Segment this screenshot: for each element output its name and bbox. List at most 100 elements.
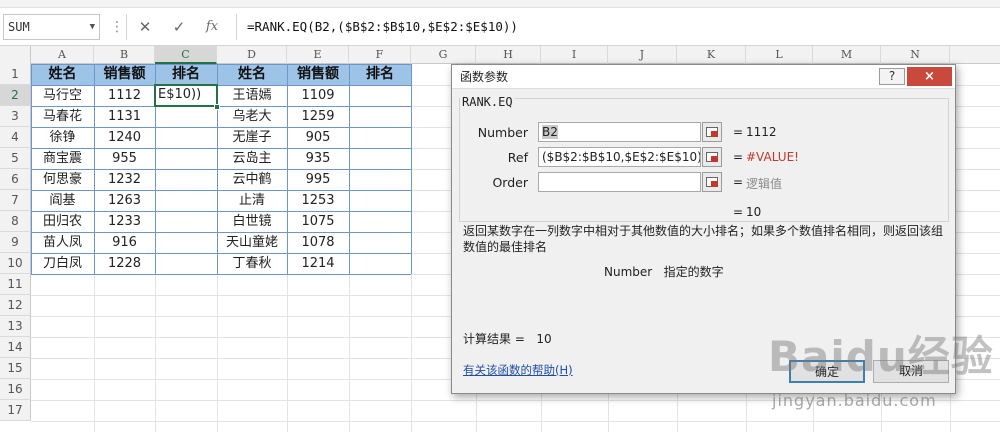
column-header[interactable]: J — [608, 46, 677, 64]
column-header[interactable]: N — [881, 46, 950, 64]
table-cell[interactable]: 955 — [94, 148, 155, 169]
help-link[interactable]: 有关该函数的帮助(H) — [463, 362, 573, 378]
row-header[interactable]: 1 — [0, 64, 31, 85]
table-header-cell[interactable]: 姓名 — [217, 64, 287, 85]
column-header[interactable]: L — [746, 46, 813, 64]
table-cell[interactable]: 1112 — [94, 85, 155, 106]
close-icon[interactable]: × — [907, 67, 952, 86]
table-cell[interactable]: 乌老大 — [217, 106, 287, 127]
table-cell[interactable]: 田归农 — [31, 211, 94, 232]
table-cell[interactable]: 1232 — [94, 169, 155, 190]
row-header[interactable]: 16 — [0, 379, 31, 400]
column-header[interactable]: G — [411, 46, 476, 64]
table-cell[interactable]: 云岛主 — [217, 148, 287, 169]
row-header[interactable]: 4 — [0, 127, 31, 148]
table-cell[interactable]: 阎基 — [31, 190, 94, 211]
fx-icon[interactable]: fx — [201, 16, 223, 38]
table-cell[interactable]: 王语嫣 — [217, 85, 287, 106]
row-header[interactable]: 17 — [0, 400, 31, 421]
row-header[interactable]: 10 — [0, 253, 31, 274]
table-border — [31, 127, 411, 128]
column-header[interactable]: I — [541, 46, 608, 64]
table-cell[interactable]: 1263 — [94, 190, 155, 211]
range-select-icon[interactable] — [702, 172, 722, 192]
row-header[interactable]: 3 — [0, 106, 31, 127]
column-header[interactable]: K — [677, 46, 746, 64]
table-cell[interactable]: 905 — [287, 127, 349, 148]
row-header[interactable]: 13 — [0, 316, 31, 337]
column-headers: ABCDEFGHIJKLMN — [0, 46, 1000, 64]
check-icon[interactable]: ✓ — [168, 16, 190, 38]
table-cell[interactable]: 云中鹤 — [217, 169, 287, 190]
table-border — [31, 232, 411, 233]
table-cell[interactable]: 刀白凤 — [31, 253, 94, 274]
select-all-corner[interactable] — [0, 46, 31, 64]
column-header[interactable]: C — [155, 46, 217, 64]
table-cell[interactable]: 1075 — [287, 211, 349, 232]
table-header-cell[interactable]: 销售额 — [287, 64, 349, 85]
formula-bar-divider — [126, 14, 127, 40]
parameter-name: Number — [604, 265, 653, 279]
table-header-cell[interactable]: 排名 — [155, 64, 217, 85]
range-select-icon[interactable] — [702, 122, 722, 142]
order-input[interactable] — [538, 172, 701, 192]
row-header[interactable]: 7 — [0, 190, 31, 211]
help-icon[interactable]: ? — [879, 68, 905, 85]
row-header[interactable]: 5 — [0, 148, 31, 169]
table-cell[interactable]: 白世镜 — [217, 211, 287, 232]
table-header-cell[interactable]: 排名 — [349, 64, 411, 85]
table-cell[interactable]: 马春花 — [31, 106, 94, 127]
table-cell[interactable]: 徐铮 — [31, 127, 94, 148]
table-cell[interactable]: 1259 — [287, 106, 349, 127]
table-cell[interactable]: 止清 — [217, 190, 287, 211]
table-cell[interactable]: 苗人凤 — [31, 232, 94, 253]
row-header[interactable]: 12 — [0, 295, 31, 316]
row-header[interactable]: 9 — [0, 232, 31, 253]
close-icon[interactable]: ✕ — [134, 16, 156, 38]
table-cell[interactable]: 1253 — [287, 190, 349, 211]
row-header[interactable]: 6 — [0, 169, 31, 190]
column-header[interactable]: F — [349, 46, 411, 64]
table-cell[interactable]: 天山童姥 — [217, 232, 287, 253]
name-box[interactable]: SUM ▼ — [3, 14, 100, 40]
fill-handle[interactable] — [214, 104, 220, 110]
table-cell[interactable]: 何思豪 — [31, 169, 94, 190]
table-cell[interactable]: 丁春秋 — [217, 253, 287, 274]
row-header[interactable]: 15 — [0, 358, 31, 379]
column-header[interactable]: B — [94, 46, 155, 64]
ref-input[interactable]: ($B$2:$B$10,$E$2:$E$10) — [538, 147, 701, 167]
table-cell[interactable]: 1233 — [94, 211, 155, 232]
row-header[interactable]: 2 — [0, 85, 31, 106]
chevron-down-icon[interactable]: ▼ — [90, 15, 95, 39]
table-cell[interactable]: 1228 — [94, 253, 155, 274]
column-header[interactable]: D — [217, 46, 287, 64]
calc-result-value: 10 — [536, 332, 552, 346]
table-cell[interactable]: 995 — [287, 169, 349, 190]
table-cell[interactable]: 无崖子 — [217, 127, 287, 148]
table-cell[interactable]: 马行空 — [31, 85, 94, 106]
calc-result-label: 计算结果 = — [463, 332, 525, 346]
formula-input[interactable]: =RANK.EQ(B2,($B$2:$B$10,$E$2:$E$10)) — [236, 14, 996, 40]
table-cell[interactable]: 935 — [287, 148, 349, 169]
row-header[interactable]: 11 — [0, 274, 31, 295]
table-cell[interactable]: 1214 — [287, 253, 349, 274]
row-header[interactable]: 8 — [0, 211, 31, 232]
more-options-icon[interactable]: ⋮ — [110, 17, 124, 37]
table-cell[interactable]: 商宝震 — [31, 148, 94, 169]
table-cell[interactable]: 1109 — [287, 85, 349, 106]
number-input[interactable]: B2 — [538, 122, 701, 142]
table-cell[interactable]: 1078 — [287, 232, 349, 253]
active-cell[interactable]: E$10)) — [154, 84, 218, 107]
column-header[interactable]: M — [813, 46, 881, 64]
table-cell[interactable]: 916 — [94, 232, 155, 253]
range-select-icon[interactable] — [702, 147, 722, 167]
column-header[interactable]: A — [31, 46, 94, 64]
table-header-cell[interactable]: 销售额 — [94, 64, 155, 85]
column-header[interactable]: H — [476, 46, 541, 64]
dialog-titlebar[interactable]: 函数参数 ? × — [452, 65, 955, 89]
column-header[interactable]: E — [287, 46, 349, 64]
table-header-cell[interactable]: 姓名 — [31, 64, 94, 85]
table-cell[interactable]: 1240 — [94, 127, 155, 148]
row-header[interactable]: 14 — [0, 337, 31, 358]
table-cell[interactable]: 1131 — [94, 106, 155, 127]
